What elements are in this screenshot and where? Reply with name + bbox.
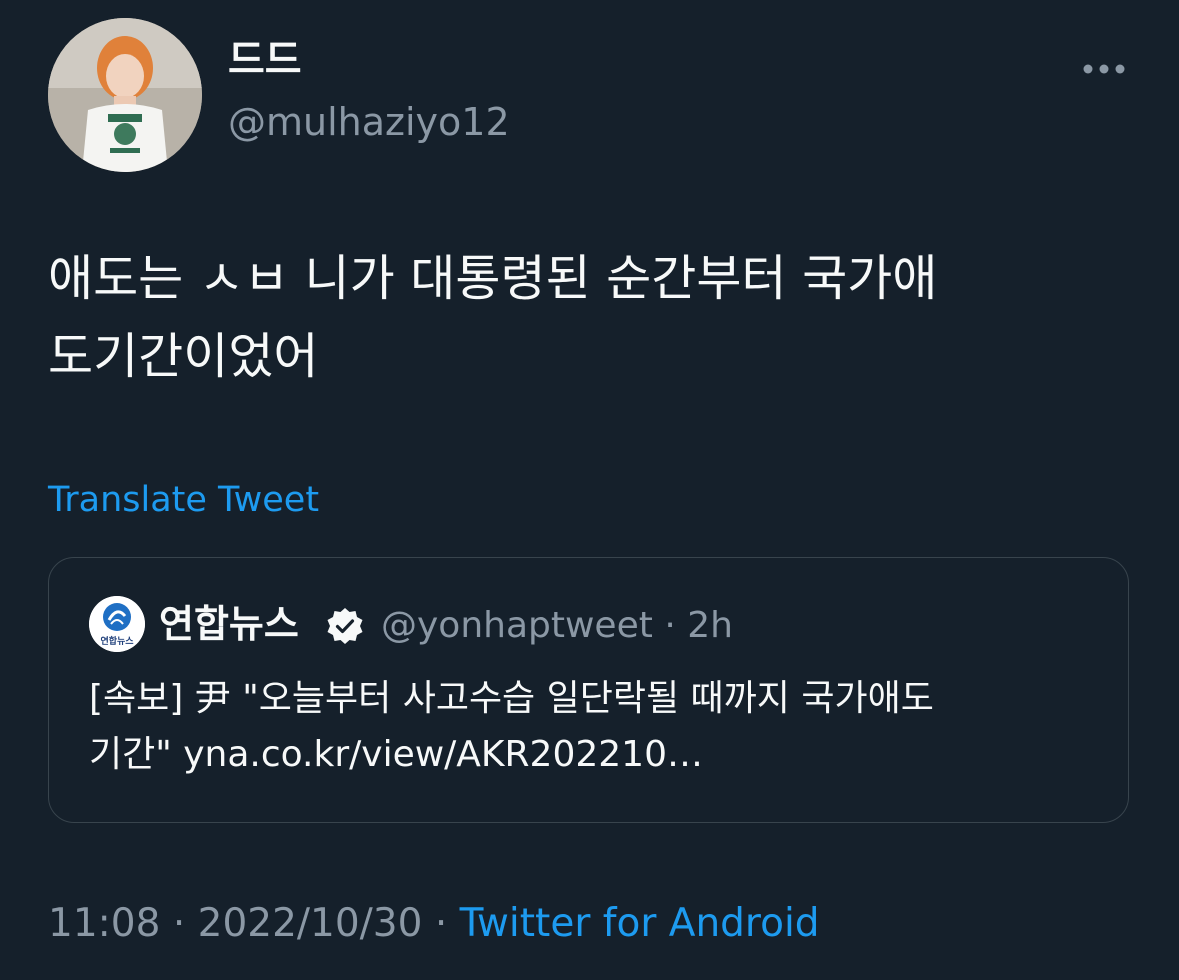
quoted-author-name[interactable]: 연합뉴스 bbox=[159, 605, 299, 643]
quoted-author-handle[interactable]: @yonhaptweet bbox=[381, 605, 653, 646]
author-avatar[interactable] bbox=[48, 18, 202, 172]
tweet-date[interactable]: 2022/10/30 bbox=[198, 901, 423, 946]
translate-tweet-link[interactable]: Translate Tweet bbox=[48, 483, 319, 518]
meta-separator: · bbox=[664, 605, 676, 646]
quoted-meta: @yonhaptweet · 2h bbox=[381, 608, 733, 644]
quoted-tweet-card[interactable]: 연합뉴스 연합뉴스 @yonhaptweet · 2h [속보] 尹 "오늘부터… bbox=[48, 557, 1129, 823]
quoted-author-avatar[interactable]: 연합뉴스 bbox=[89, 596, 145, 652]
tweet-text-line: 도기간이었어 bbox=[48, 328, 319, 385]
footer-separator: · bbox=[172, 901, 186, 946]
tweet-time[interactable]: 11:08 bbox=[48, 901, 160, 946]
author-handle[interactable]: @mulhaziyo12 bbox=[228, 103, 510, 141]
tweet-text: 애도는 ㅅㅂ 니가 대통령된 순간부터 국가애 도기간이었어 bbox=[48, 240, 1133, 396]
quoted-avatar-label: 연합뉴스 bbox=[100, 635, 134, 647]
quoted-text-line: [속보] 尹 "오늘부터 사고수습 일단락될 때까지 국가애도 bbox=[89, 678, 934, 719]
more-horizontal-icon[interactable] bbox=[1078, 54, 1130, 84]
tweet-footer-meta: 11:08 · 2022/10/30 · Twitter for Android bbox=[48, 904, 820, 943]
tweet-text-line: 애도는 ㅅㅂ 니가 대통령된 순간부터 국가애 bbox=[48, 250, 938, 307]
quoted-time[interactable]: 2h bbox=[687, 605, 733, 646]
footer-separator: · bbox=[434, 901, 448, 946]
tweet-source-link[interactable]: Twitter for Android bbox=[460, 901, 820, 946]
author-display-name[interactable]: 드드 bbox=[228, 40, 302, 80]
quoted-tweet-text: [속보] 尹 "오늘부터 사고수습 일단락될 때까지 국가애도 기간" yna.… bbox=[89, 671, 1089, 783]
verified-badge-icon bbox=[325, 606, 365, 646]
quoted-text-line: 기간" yna.co.kr/view/AKR202210… bbox=[89, 734, 703, 775]
